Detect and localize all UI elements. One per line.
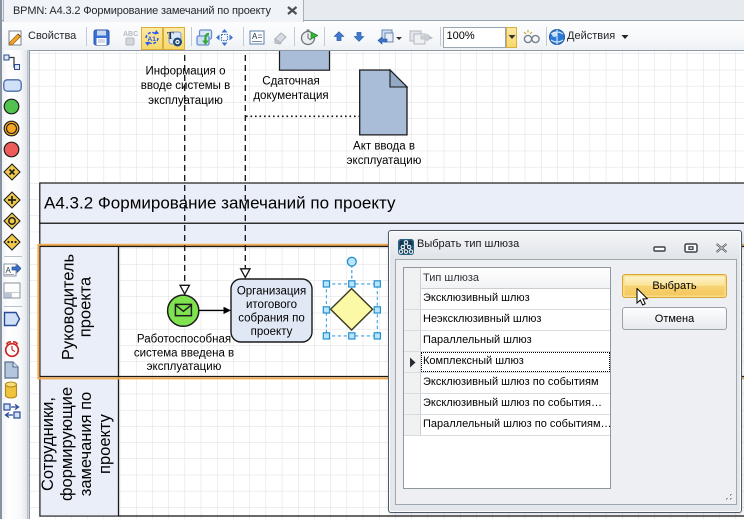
svg-text:ABC: ABC	[123, 31, 138, 38]
svg-text:документация: документация	[253, 90, 328, 102]
svg-text:проекта: проекта	[77, 276, 95, 337]
svg-text:A: A	[252, 32, 258, 41]
svg-text:T: T	[167, 31, 174, 42]
svg-text:эксплуатацию: эксплуатацию	[147, 361, 222, 373]
svg-text:собрания по: собрания по	[238, 312, 304, 324]
svg-text:Сдаточная: Сдаточная	[262, 76, 319, 88]
svg-text:A4.3.2 Формирование замечаний: A4.3.2 Формирование замечаний по проекту	[44, 194, 396, 213]
svg-text:Руководитель: Руководитель	[60, 254, 78, 360]
svg-text:эксплуатацию: эксплуатацию	[148, 95, 223, 107]
svg-text:Работоспособная: Работоспособная	[137, 334, 231, 346]
svg-text:замечания по: замечания по	[77, 392, 95, 496]
svg-text:проекту: проекту	[96, 413, 114, 474]
svg-text:итогового: итогового	[246, 299, 297, 311]
svg-text:вводе системы в: вводе системы в	[141, 80, 230, 92]
svg-text:проекту: проекту	[251, 326, 293, 338]
svg-text:Информация о: Информация о	[145, 66, 225, 78]
svg-text:A: A	[6, 266, 12, 275]
svg-text:Сотрудники,: Сотрудники,	[39, 397, 57, 491]
svg-text:формирующие: формирующие	[58, 387, 76, 501]
svg-text:Акт ввода в: Акт ввода в	[353, 141, 415, 153]
svg-text:эксплуатацию: эксплуатацию	[347, 155, 422, 167]
svg-text:Организация: Организация	[237, 285, 306, 297]
svg-text:A1: A1	[148, 36, 157, 43]
svg-text:система введена в: система введена в	[134, 347, 234, 359]
